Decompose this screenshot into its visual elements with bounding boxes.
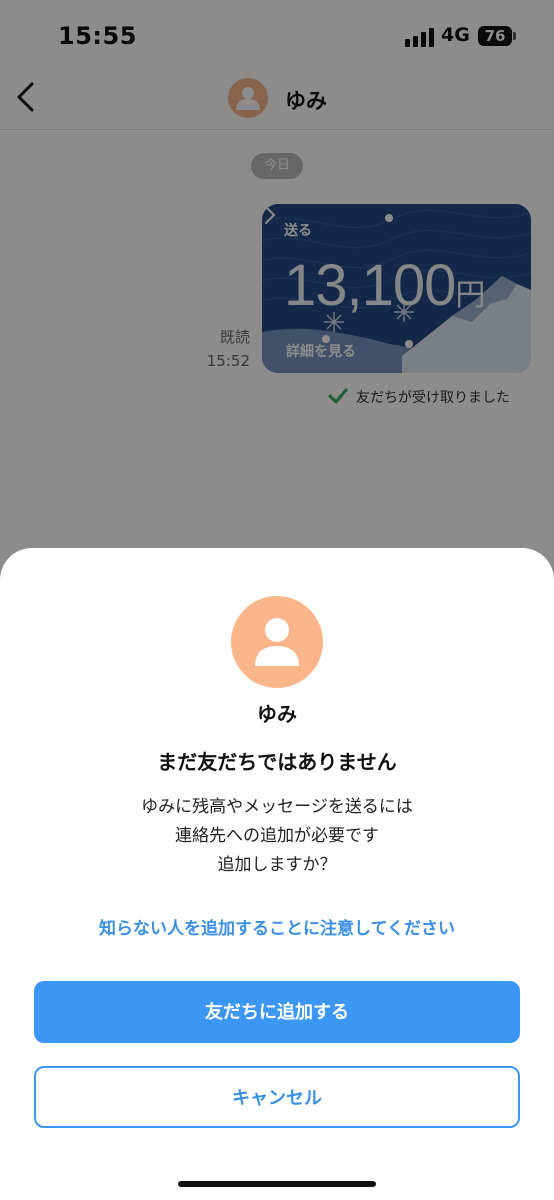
sheet-message-line: ゆみに残高やメッセージを送るには bbox=[141, 797, 413, 817]
sheet-message-line: 追加しますか？ bbox=[217, 855, 337, 875]
home-indicator bbox=[178, 1181, 376, 1187]
sheet-message: ゆみに残高やメッセージを送るには 連絡先への追加が必要です 追加しますか？ bbox=[0, 793, 554, 880]
person-icon bbox=[255, 618, 299, 666]
sheet-title: まだ友だちではありません bbox=[157, 750, 397, 774]
sheet-message-line: 連絡先への追加が必要です bbox=[175, 826, 379, 846]
add-friend-button[interactable]: 友だちに追加する bbox=[34, 981, 520, 1043]
cancel-button[interactable]: キャンセル bbox=[34, 1066, 520, 1128]
sheet-contact-name: ゆみ bbox=[257, 702, 297, 726]
add-friend-sheet: ゆみ まだ友だちではありません ゆみに残高やメッセージを送るには 連絡先への追加… bbox=[0, 548, 554, 1200]
sheet-avatar bbox=[231, 596, 323, 688]
caution-link[interactable]: 知らない人を追加することに注意してください bbox=[0, 914, 554, 939]
